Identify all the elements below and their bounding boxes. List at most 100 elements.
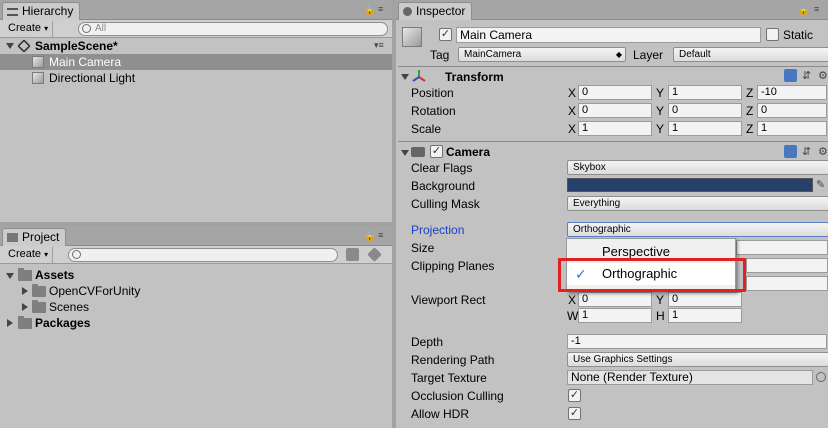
viewport-w-axis-label: W — [567, 309, 579, 323]
project-tree-scenes[interactable]: Scenes — [49, 299, 89, 315]
scenes-foldout-icon[interactable] — [22, 303, 28, 311]
target-texture-field[interactable]: None (Render Texture) — [567, 370, 813, 385]
position-z-axis-label: Z — [746, 86, 754, 100]
object-picker-icon[interactable] — [816, 372, 826, 382]
help-icon[interactable] — [784, 69, 797, 82]
scene-menu-icon[interactable]: ▾≡ — [374, 40, 384, 51]
position-x-field[interactable]: 0 — [578, 85, 652, 100]
create-button[interactable]: Create ▾ — [4, 21, 54, 37]
layer-dropdown[interactable]: Default — [673, 47, 828, 62]
culling-mask-dropdown[interactable]: Everything — [567, 196, 828, 211]
folder-icon — [18, 316, 32, 329]
tab-inspector[interactable]: Inspector — [398, 2, 473, 20]
project-toolbar: Create ▾ — [0, 246, 392, 264]
scale-y-field[interactable]: 1 — [668, 121, 742, 136]
create-button-label: Create — [8, 248, 42, 260]
clipping-near-field[interactable] — [746, 258, 828, 273]
camera-title[interactable]: Camera — [446, 145, 490, 159]
lock-icon[interactable]: 🔒 — [364, 5, 375, 16]
scale-x-field[interactable]: 1 — [578, 121, 652, 136]
target-texture-label: Target Texture — [411, 371, 487, 385]
layer-dropdown-value: Default — [679, 49, 711, 60]
camera-component-icon — [411, 147, 425, 157]
component-settings-icon[interactable]: ⚙ — [818, 69, 828, 82]
lock-icon[interactable]: 🔒 — [798, 5, 809, 16]
scene-foldout-icon[interactable] — [6, 43, 14, 49]
camera-enabled-checkbox[interactable]: ✓ — [430, 145, 443, 158]
search-placeholder: All — [95, 23, 107, 34]
projection-dropdown[interactable]: Orthographic — [567, 222, 828, 237]
culling-mask-value: Everything — [573, 198, 621, 209]
projection-label: Projection — [411, 223, 465, 237]
project-tree-opencvforunity[interactable]: OpenCVForUnity — [49, 283, 140, 299]
search-icon — [82, 24, 91, 33]
divider — [398, 141, 828, 142]
depth-field[interactable]: -1 — [567, 334, 827, 349]
panel-menu-icon[interactable]: ≡ — [814, 4, 819, 14]
clear-flags-dropdown[interactable]: Skybox — [567, 160, 828, 175]
clipping-far-field[interactable] — [746, 276, 828, 291]
preset-icon[interactable]: ⇵ — [802, 145, 811, 158]
background-color-field[interactable] — [567, 178, 813, 192]
occlusion-culling-checkbox[interactable]: ✓ — [568, 389, 581, 402]
packages-foldout-icon[interactable] — [7, 319, 13, 327]
transform-foldout-icon[interactable] — [401, 74, 409, 80]
rotation-x-field[interactable]: 0 — [578, 103, 652, 118]
filter-by-type-icon[interactable] — [346, 248, 359, 261]
position-z-field[interactable]: -10 — [757, 85, 827, 100]
component-settings-icon[interactable]: ⚙ — [818, 145, 828, 158]
inspector-tabbar: Inspector 🔒 ≡ — [396, 0, 828, 20]
lock-icon[interactable]: 🔒 — [364, 231, 375, 242]
scale-z-field[interactable]: 1 — [757, 121, 827, 136]
hierarchy-row-directional-light[interactable]: Directional Light — [0, 70, 392, 86]
allow-hdr-checkbox[interactable]: ✓ — [568, 407, 581, 420]
scale-x-axis-label: X — [568, 122, 577, 136]
tab-hierarchy[interactable]: Hierarchy — [2, 2, 81, 20]
gameobject-icon — [32, 72, 44, 84]
transform-title[interactable]: Transform — [445, 70, 504, 84]
rotation-y-axis-label: Y — [656, 104, 665, 118]
tag-dropdown[interactable]: MainCamera ◆ — [458, 47, 626, 62]
panel-menu-icon[interactable]: ≡ — [378, 230, 383, 240]
viewport-y-field[interactable]: 0 — [668, 292, 742, 307]
allow-hdr-label: Allow HDR — [411, 407, 470, 421]
help-icon[interactable] — [784, 145, 797, 158]
hierarchy-search-input[interactable]: All — [78, 22, 388, 36]
active-checkbox[interactable]: ✓ — [439, 28, 452, 41]
create-button[interactable]: Create ▾ — [4, 247, 54, 263]
filter-by-label-icon[interactable] — [367, 247, 382, 262]
viewport-w-field[interactable]: 1 — [578, 308, 652, 323]
project-tree-assets[interactable]: Assets — [35, 267, 74, 283]
scale-y-axis-label: Y — [656, 122, 665, 136]
viewport-x-axis-label: X — [568, 293, 577, 307]
hierarchy-toolbar: Create ▾ All — [0, 20, 392, 38]
transform-axes-icon — [412, 69, 426, 83]
scale-label: Scale — [411, 122, 442, 136]
object-name-input[interactable]: Main Camera — [456, 27, 761, 43]
camera-foldout-icon[interactable] — [401, 150, 409, 156]
rotation-z-field[interactable]: 0 — [757, 103, 827, 118]
rendering-path-label: Rendering Path — [411, 353, 495, 367]
tab-project[interactable]: Project — [2, 228, 67, 246]
preset-icon[interactable]: ⇵ — [802, 69, 811, 82]
static-checkbox[interactable] — [766, 28, 779, 41]
folder-icon — [32, 300, 46, 313]
panel-menu-icon[interactable]: ≡ — [378, 4, 383, 14]
scene-name[interactable]: SampleScene* — [35, 38, 118, 54]
position-y-field[interactable]: 1 — [668, 85, 742, 100]
project-tree-packages[interactable]: Packages — [35, 315, 90, 331]
size-field[interactable] — [736, 240, 828, 255]
hierarchy-row-main-camera[interactable]: Main Camera — [0, 54, 392, 70]
rotation-y-field[interactable]: 0 — [668, 103, 742, 118]
opencv-foldout-icon[interactable] — [22, 287, 28, 295]
assets-foldout-icon[interactable] — [6, 273, 14, 279]
search-icon — [72, 250, 81, 259]
project-search-input[interactable] — [68, 248, 338, 262]
rendering-path-dropdown[interactable]: Use Graphics Settings — [567, 352, 828, 367]
viewport-h-field[interactable]: 1 — [668, 308, 742, 323]
eyedropper-icon[interactable]: ✎ — [816, 178, 825, 191]
viewport-x-field[interactable]: 0 — [578, 292, 652, 307]
clear-flags-value: Skybox — [573, 162, 606, 173]
hierarchy-item-label: Directional Light — [49, 71, 136, 85]
folder-icon — [18, 268, 32, 281]
